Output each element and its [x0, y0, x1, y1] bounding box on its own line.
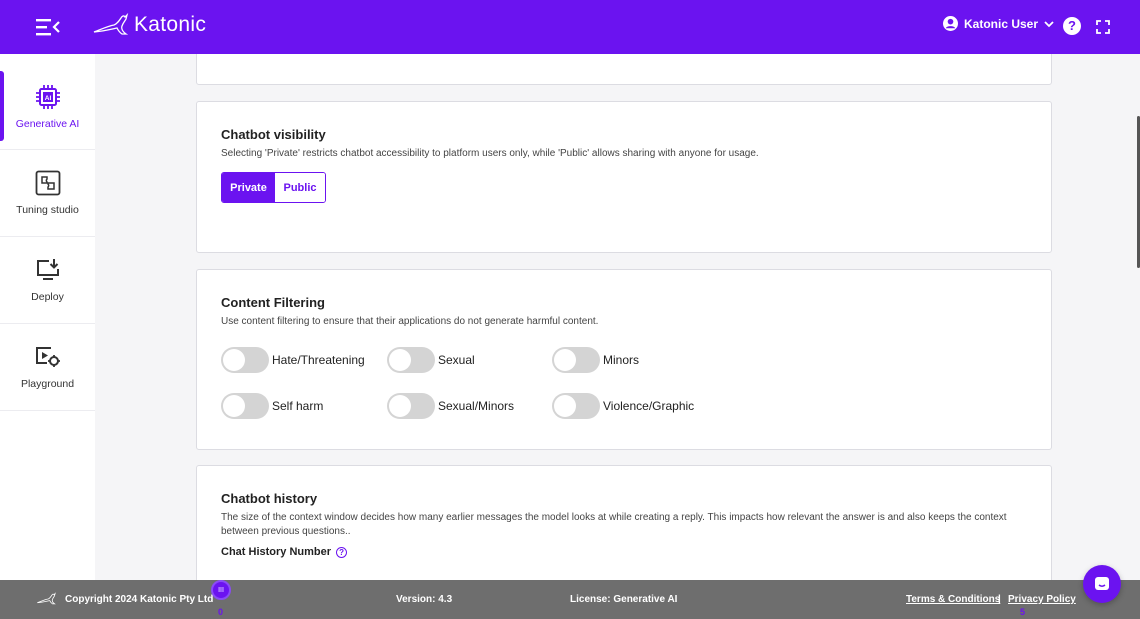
chat-support-button[interactable]	[1083, 565, 1121, 603]
sidebar-item-label: Tuning studio	[16, 204, 79, 216]
page-scrollbar[interactable]	[1130, 54, 1140, 580]
switch-knob	[554, 349, 576, 371]
menu-collapse-icon[interactable]	[36, 16, 60, 38]
section-title: Chatbot history	[221, 491, 318, 506]
monitor-download-icon	[36, 259, 59, 280]
user-menu[interactable]: Katonic User	[943, 16, 1054, 31]
section-description: The size of the context window decides h…	[221, 512, 1007, 537]
toggle-label: Violence/Graphic	[603, 399, 695, 413]
footer: Copyright 2024 Katonic Pty Ltd Version: …	[0, 580, 1140, 619]
chat-history-number-label: Chat History Number ?	[221, 546, 348, 558]
chevron-down-icon	[1044, 20, 1054, 27]
sidebar-item-label: Deploy	[31, 291, 64, 303]
slider-min-label: 0	[218, 607, 224, 617]
toggle-violence-graphic[interactable]: Violence/Graphic	[552, 393, 694, 419]
user-avatar-icon	[943, 16, 958, 31]
katonic-logo[interactable]: Katonic	[92, 12, 206, 38]
ai-chip-icon: AI	[35, 84, 60, 109]
license-text: License: Generative AI	[570, 594, 678, 605]
top-bar: Katonic Katonic User ?	[0, 0, 1140, 54]
chatbot-history-card: Chatbot history The size of the context …	[196, 465, 1052, 580]
sidebar: AI Generative AI Tuning studio Deploy Pl…	[0, 54, 95, 580]
toggle-label: Self harm	[272, 399, 324, 413]
section-description: Selecting 'Private' restricts chatbot ac…	[221, 148, 759, 159]
visibility-toggle-group: Private Public	[221, 172, 326, 203]
section-description: Use content filtering to ensure that the…	[221, 316, 599, 327]
section-title: Chatbot visibility	[221, 127, 326, 142]
public-option-button[interactable]: Public	[275, 173, 325, 202]
toggle-self-harm[interactable]: Self harm	[221, 393, 323, 419]
section-title: Content Filtering	[221, 295, 325, 310]
footer-separator: |	[998, 594, 1001, 605]
switch-knob	[389, 395, 411, 417]
toggle-label: Minors	[603, 353, 640, 367]
switch[interactable]	[387, 393, 435, 419]
terms-link[interactable]: Terms & Conditions	[906, 594, 1000, 605]
toggle-minors[interactable]: Minors	[552, 347, 639, 373]
toggle-hate-threatening[interactable]: Hate/Threatening	[221, 347, 365, 373]
toggle-label: Sexual	[438, 353, 475, 367]
copyright-text: Copyright 2024 Katonic Pty Ltd	[65, 594, 214, 605]
switch[interactable]	[387, 347, 435, 373]
switch[interactable]	[552, 393, 600, 419]
toggle-label: Sexual/Minors	[438, 399, 515, 413]
switch-knob	[223, 349, 245, 371]
sidebar-item-generative-ai[interactable]: AI Generative AI	[0, 54, 95, 150]
switch-knob	[554, 395, 576, 417]
privacy-link[interactable]: Privacy Policy	[1008, 594, 1076, 605]
switch-knob	[389, 349, 411, 371]
logo-text: Katonic	[134, 13, 207, 36]
chat-bubble-icon	[1095, 577, 1109, 590]
help-icon[interactable]: ?	[1063, 17, 1081, 35]
play-settings-icon	[35, 347, 60, 367]
slider-grip: III	[218, 586, 224, 594]
fullscreen-icon[interactable]	[1096, 20, 1110, 34]
user-name: Katonic User	[964, 16, 1039, 31]
sidebar-item-label: Playground	[20, 378, 75, 390]
chatbot-visibility-card: Chatbot visibility Selecting 'Private' r…	[196, 101, 1052, 253]
content-filtering-card: Content Filtering Use content filtering …	[196, 269, 1052, 450]
info-icon[interactable]: ?	[336, 546, 348, 558]
sidebar-item-tuning-studio[interactable]: Tuning studio	[0, 150, 95, 237]
kangaroo-logo-icon	[37, 592, 56, 605]
main-content: Chatbot visibility Selecting 'Private' r…	[95, 54, 1090, 580]
field-label: Chat History Number	[221, 546, 332, 558]
sidebar-item-deploy[interactable]: Deploy	[0, 237, 95, 324]
kangaroo-logo-icon	[93, 12, 129, 35]
toggle-sexual[interactable]: Sexual	[387, 347, 475, 373]
version-text: Version: 4.3	[396, 594, 453, 605]
switch[interactable]	[221, 347, 269, 373]
chat-history-slider-handle[interactable]: III	[211, 580, 231, 600]
toggle-sexual-minors[interactable]: Sexual/Minors	[387, 393, 514, 419]
switch[interactable]	[552, 347, 600, 373]
sidebar-item-playground[interactable]: Playground	[0, 324, 95, 411]
switch-knob	[223, 395, 245, 417]
slider-max-label: 5	[1020, 607, 1026, 617]
previous-settings-card	[196, 54, 1052, 85]
switch[interactable]	[221, 393, 269, 419]
toggle-label: Hate/Threatening	[272, 353, 365, 367]
puzzle-icon	[35, 170, 60, 196]
svg-text:AI: AI	[44, 95, 51, 102]
private-option-button[interactable]: Private	[222, 173, 275, 202]
sidebar-item-label: Generative AI	[15, 117, 80, 130]
